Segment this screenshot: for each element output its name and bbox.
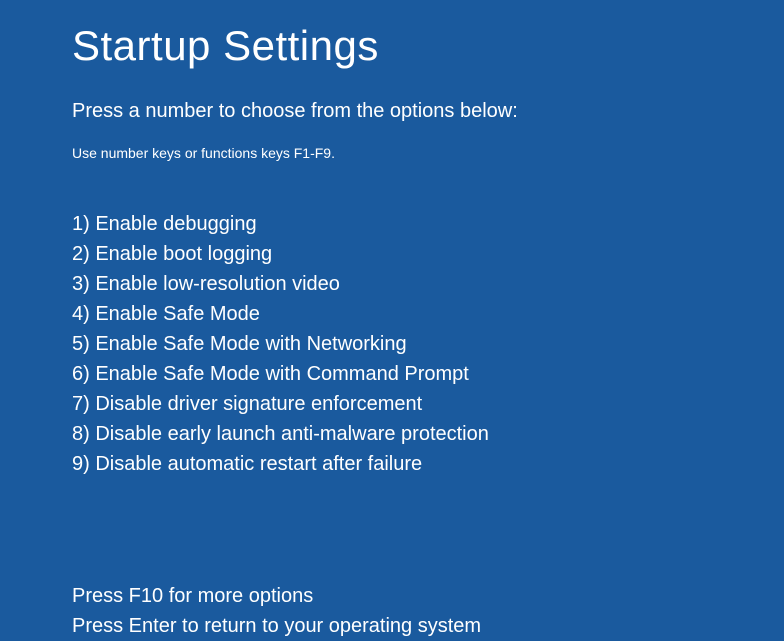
footer-return[interactable]: Press Enter to return to your operating …	[72, 611, 784, 641]
instruction-text: Press a number to choose from the option…	[72, 100, 784, 123]
option-9-auto-restart[interactable]: 9) Disable automatic restart after failu…	[72, 449, 784, 479]
option-7-driver-signature[interactable]: 7) Disable driver signature enforcement	[72, 389, 784, 419]
hint-text: Use number keys or functions keys F1-F9.	[72, 145, 784, 161]
option-2-boot-logging[interactable]: 2) Enable boot logging	[72, 239, 784, 269]
option-4-safe-mode[interactable]: 4) Enable Safe Mode	[72, 299, 784, 329]
footer-more-options[interactable]: Press F10 for more options	[72, 581, 784, 611]
option-3-low-res-video[interactable]: 3) Enable low-resolution video	[72, 269, 784, 299]
option-6-safe-mode-cmd[interactable]: 6) Enable Safe Mode with Command Prompt	[72, 359, 784, 389]
option-1-debugging[interactable]: 1) Enable debugging	[72, 209, 784, 239]
option-8-anti-malware[interactable]: 8) Disable early launch anti-malware pro…	[72, 419, 784, 449]
options-list: 1) Enable debugging 2) Enable boot loggi…	[72, 209, 784, 479]
page-title: Startup Settings	[72, 22, 784, 70]
option-5-safe-mode-networking[interactable]: 5) Enable Safe Mode with Networking	[72, 329, 784, 359]
